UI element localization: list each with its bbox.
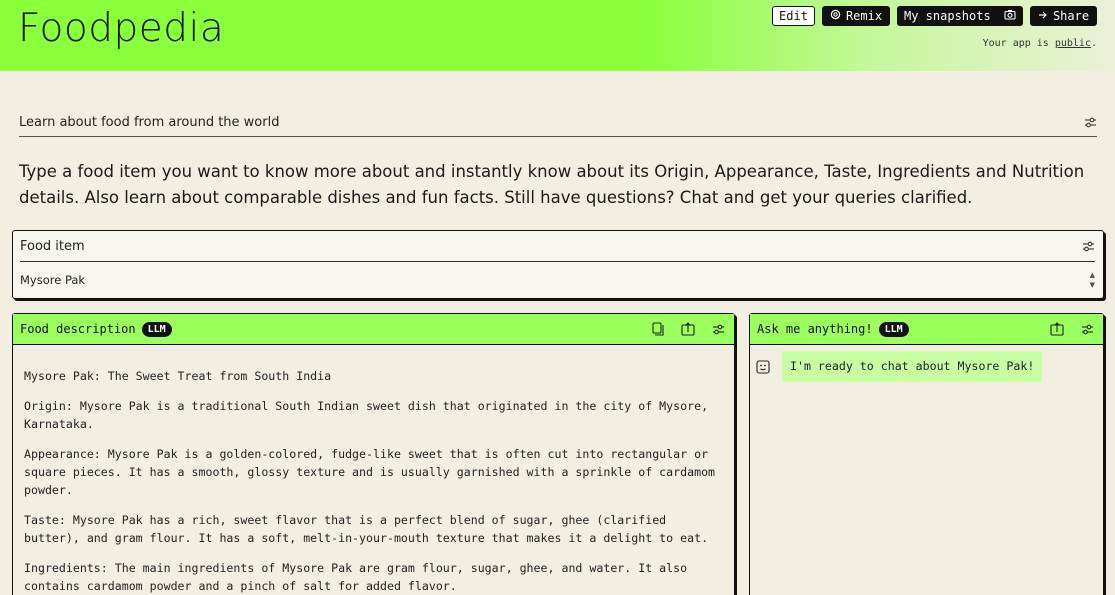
camera-icon (1004, 9, 1016, 23)
app-description: Type a food item you want to know more a… (19, 162, 1085, 207)
public-link[interactable]: public (1055, 38, 1091, 49)
food-description-body: Mysore Pak: The Sweet Treat from South I… (13, 345, 734, 595)
llm-badge: LLM (141, 321, 172, 337)
food-item-value: Mysore Pak (20, 273, 86, 287)
chat-header: Ask me anything! LLM (750, 314, 1103, 345)
food-description-panel: Food description LLM Mysore Pak: The Swe… (12, 313, 735, 595)
chat-message-row: I'm ready to chat about Mysore Pak! (750, 345, 1103, 382)
llm-badge: LLM (878, 321, 909, 337)
food-item-card: Food item Mysore Pak ▲ ▼ (12, 230, 1104, 299)
chevron-down-icon[interactable]: ▼ (1090, 280, 1095, 290)
tune-icon[interactable] (1083, 115, 1097, 129)
app-header: Foodpedia Edit Remix My snapshots Share … (0, 0, 1115, 71)
description-paragraph: Ingredients: The main ingredients of Mys… (24, 561, 688, 593)
export-icon[interactable] (1049, 321, 1065, 337)
description-paragraph: Taste: Mysore Pak has a rich, sweet flav… (24, 513, 709, 545)
share-button[interactable]: Share (1030, 6, 1097, 26)
chat-panel: Ask me anything! LLM I'm ready to chat a… (749, 313, 1104, 595)
remix-icon (830, 9, 841, 23)
my-snapshots-button[interactable]: My snapshots (897, 6, 1023, 26)
visibility-note: Your app is public. (983, 38, 1097, 49)
food-item-input[interactable]: Mysore Pak ▲ ▼ (20, 262, 1095, 298)
remix-button-label: Remix (845, 9, 883, 23)
scroll-spinner[interactable]: ▲ ▼ (1090, 270, 1095, 290)
chevron-up-icon[interactable]: ▲ (1090, 270, 1095, 280)
remix-button[interactable]: Remix (822, 6, 890, 26)
share-button-label: Share (1052, 9, 1090, 23)
edit-button-label: Edit (779, 9, 808, 23)
food-description-title: Food description (20, 322, 136, 336)
tune-icon[interactable] (710, 321, 726, 337)
app-title: Foodpedia (18, 6, 225, 51)
food-description-header: Food description LLM (13, 314, 734, 345)
edit-button[interactable]: Edit (772, 6, 815, 26)
food-item-label-row: Food item (20, 231, 1095, 262)
visibility-prefix: Your app is (982, 38, 1055, 49)
chat-message-bubble: I'm ready to chat about Mysore Pak! (782, 351, 1043, 382)
chat-title: Ask me anything! (757, 322, 873, 336)
food-item-label: Food item (20, 238, 85, 254)
export-icon[interactable] (680, 321, 696, 337)
visibility-suffix: . (1090, 38, 1097, 49)
my-snapshots-label: My snapshots (904, 9, 991, 23)
description-paragraph: Origin: Mysore Pak is a traditional Sout… (24, 399, 709, 431)
subtitle-row: Learn about food from around the world (19, 108, 1097, 137)
bot-icon (756, 359, 772, 375)
tune-icon[interactable] (1081, 239, 1095, 253)
copy-icon[interactable] (650, 321, 666, 337)
description-paragraph: Appearance: Mysore Pak is a golden-color… (24, 447, 716, 497)
description-paragraph: Mysore Pak: The Sweet Treat from South I… (24, 369, 332, 383)
subtitle-text: Learn about food from around the world (19, 114, 280, 130)
share-arrow-icon (1038, 9, 1048, 23)
tune-icon[interactable] (1079, 321, 1095, 337)
